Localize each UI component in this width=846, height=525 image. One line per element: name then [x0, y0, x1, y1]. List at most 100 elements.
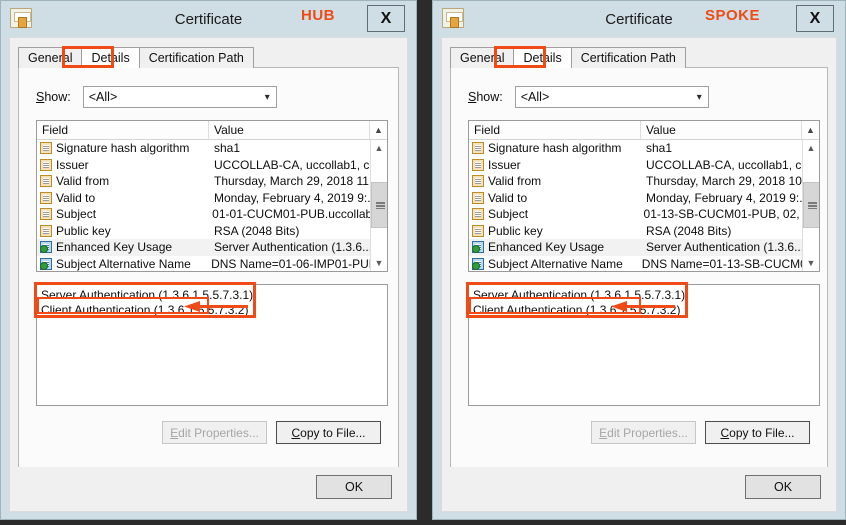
certificate-fields-table-spoke[interactable]: Field Value ▲ Signature hash algorithm s… — [468, 120, 820, 272]
table-vertical-scrollbar[interactable]: ▲ ▼ — [370, 140, 387, 271]
table-row[interactable]: Valid to Monday, February 4, 2019 9:... — [37, 190, 387, 207]
dialog-client-area-hub: General Details Certification Path Show:… — [9, 37, 408, 512]
dialog-client-area-spoke: General Details Certification Path Show:… — [441, 37, 837, 512]
show-filter-row: Show: <All> ▾ — [36, 86, 398, 108]
field-label: Subject — [488, 207, 529, 222]
extension-icon — [472, 257, 484, 270]
cell-value: sha1 — [214, 141, 241, 156]
column-header-value[interactable]: Value — [209, 121, 370, 139]
detail-value-panel-hub: Server Authentication (1.3.6.1.5.5.7.3.1… — [34, 282, 388, 406]
close-button[interactable]: X — [367, 5, 405, 32]
copy-to-file-button[interactable]: Copy to File... — [276, 421, 381, 444]
scrollbar-grip-icon — [807, 202, 817, 209]
field-label: Valid from — [56, 174, 110, 189]
caret-up-icon[interactable]: ▲ — [370, 140, 387, 156]
details-tab-page-hub: Show: <All> ▾ Field Value ▲ Signature ha… — [18, 67, 399, 503]
show-filter-row: Show: <All> ▾ — [468, 86, 827, 108]
tab-general[interactable]: General — [450, 47, 515, 68]
caret-up-icon[interactable]: ▲ — [802, 140, 819, 156]
annotation-label-hub: HUB — [301, 7, 335, 24]
cell-value: 01-01-CUCM01-PUB.uccollab1... — [212, 207, 387, 222]
extension-icon — [40, 241, 52, 254]
table-row[interactable]: Valid from Thursday, March 29, 2018 11:.… — [37, 173, 387, 190]
field-label: Issuer — [488, 157, 521, 172]
table-row[interactable]: Subject Alternative Name DNS Name=01-13-… — [469, 256, 819, 272]
tab-certification-path[interactable]: Certification Path — [138, 47, 254, 68]
cell-value: Server Authentication (1.3.6.... — [214, 240, 376, 255]
caret-down-icon[interactable]: ▼ — [370, 255, 387, 271]
detail-line: Server Authentication (1.3.6.1.5.5.7.3.1… — [41, 288, 254, 302]
certificate-icon — [10, 8, 32, 28]
table-header-row: Field Value ▲ — [469, 121, 819, 140]
show-dropdown-value: <All> — [520, 90, 550, 104]
column-header-field[interactable]: Field — [469, 121, 641, 139]
table-row[interactable]: Subject 01-13-SB-CUCM01-PUB, 02, U... — [469, 206, 819, 223]
table-row[interactable]: Public key RSA (2048 Bits) — [37, 223, 387, 240]
certificate-fields-table-hub[interactable]: Field Value ▲ Signature hash algorithm s… — [36, 120, 388, 272]
cell-field: Subject — [37, 207, 207, 221]
scrollbar-track[interactable] — [802, 156, 819, 255]
scrollbar-grip-icon — [375, 202, 385, 209]
ok-button[interactable]: OK — [745, 475, 821, 499]
cell-field: Valid from — [37, 174, 209, 188]
scrollbar-track[interactable] — [370, 156, 387, 255]
table-row[interactable]: Signature hash algorithm sha1 — [469, 140, 819, 157]
screenshot-root: Certificate HUB X General Details Certif… — [0, 0, 846, 525]
scrollbar-thumb[interactable] — [370, 182, 387, 228]
field-icon — [472, 224, 484, 237]
copy-to-file-button[interactable]: Copy to File... — [705, 421, 810, 444]
table-body: Signature hash algorithm sha1 Issuer UCC… — [469, 140, 819, 272]
ok-button[interactable]: OK — [316, 475, 392, 499]
table-row[interactable]: Valid from Thursday, March 29, 2018 10:.… — [469, 173, 819, 190]
show-label: Show: — [468, 90, 503, 104]
detail-text-area[interactable]: Server Authentication (1.3.6.1.5.5.7.3.1… — [36, 284, 388, 406]
ok-button-row-hub: OK — [316, 475, 392, 499]
edit-properties-accel: E — [170, 425, 179, 440]
show-dropdown[interactable]: <All> ▾ — [514, 86, 709, 108]
detail-line: Client Authentication (1.3.6.1.5.5.7.3.2… — [473, 303, 681, 317]
table-header-row: Field Value ▲ — [37, 121, 387, 140]
cell-field: Signature hash algorithm — [469, 141, 641, 155]
table-row[interactable]: Public key RSA (2048 Bits) — [469, 223, 819, 240]
table-row[interactable]: Subject 01-01-CUCM01-PUB.uccollab1... — [37, 206, 387, 223]
show-label: Show: — [36, 90, 71, 104]
field-label: Public key — [488, 223, 543, 238]
close-button[interactable]: X — [796, 5, 834, 32]
table-row-enhanced-key-usage[interactable]: Enhanced Key Usage Server Authentication… — [469, 239, 819, 256]
column-header-field[interactable]: Field — [37, 121, 209, 139]
scrollbar-thumb[interactable] — [802, 182, 819, 228]
details-tab-page-spoke: Show: <All> ▾ Field Value ▲ Signature ha… — [450, 67, 828, 503]
table-row[interactable]: Valid to Monday, February 4, 2019 9:... — [469, 190, 819, 207]
tab-details[interactable]: Details — [81, 47, 140, 68]
extension-icon — [40, 257, 52, 270]
field-icon — [472, 142, 484, 155]
cell-field: Valid from — [469, 174, 641, 188]
detail-action-buttons-spoke: Edit Properties... Copy to File... — [468, 421, 810, 444]
tab-details[interactable]: Details — [513, 47, 572, 68]
table-row[interactable]: Signature hash algorithm sha1 — [37, 140, 387, 157]
field-icon — [40, 224, 52, 237]
cell-value: DNS Name=01-06-IMP01-PUB.... — [211, 256, 387, 271]
show-dropdown-value: <All> — [88, 90, 118, 104]
table-vertical-scrollbar[interactable]: ▲ ▼ — [802, 140, 819, 271]
field-label: Signature hash algorithm — [488, 141, 622, 156]
window-title: Certificate — [174, 10, 243, 28]
detail-text-area[interactable]: Server Authentication (1.3.6.1.5.5.7.3.1… — [468, 284, 820, 406]
table-row[interactable]: Issuer UCCOLLAB-CA, uccollab1, com — [469, 157, 819, 174]
field-label: Enhanced Key Usage — [488, 240, 605, 255]
cell-value: RSA (2048 Bits) — [646, 223, 732, 238]
certificate-icon — [442, 8, 464, 28]
column-header-value[interactable]: Value — [641, 121, 802, 139]
tab-certification-path[interactable]: Certification Path — [570, 47, 686, 68]
field-label: Subject Alternative Name — [56, 256, 191, 271]
table-row[interactable]: Issuer UCCOLLAB-CA, uccollab1, com — [37, 157, 387, 174]
show-dropdown[interactable]: <All> ▾ — [82, 86, 277, 108]
table-row-enhanced-key-usage[interactable]: Enhanced Key Usage Server Authentication… — [37, 239, 387, 256]
chevron-down-icon: ▾ — [696, 91, 702, 103]
cell-value: DNS Name=01-13-SB-CUCM01... — [641, 256, 819, 271]
table-row[interactable]: Subject Alternative Name DNS Name=01-06-… — [37, 256, 387, 272]
cell-value: Thursday, March 29, 2018 10:... — [646, 174, 816, 189]
tab-general[interactable]: General — [18, 47, 83, 68]
caret-down-icon[interactable]: ▼ — [802, 255, 819, 271]
field-icon — [472, 208, 484, 221]
